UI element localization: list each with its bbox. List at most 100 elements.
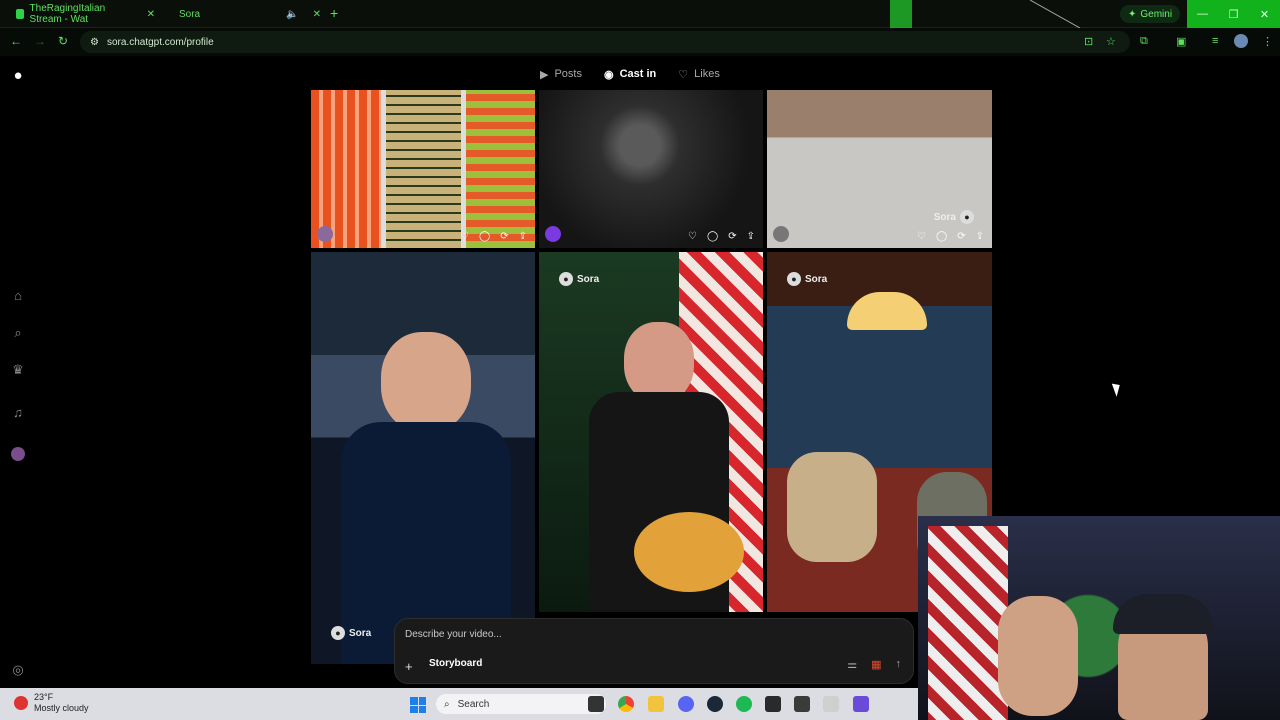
- settings-sliders-icon[interactable]: ⚌: [847, 658, 857, 671]
- video-tile-dark-machine[interactable]: ♡ ◯ ⟳ ⇪: [539, 90, 763, 248]
- reload-icon[interactable]: ↻: [58, 34, 68, 48]
- close-window-icon[interactable]: ✕: [1249, 0, 1280, 28]
- sora-ghost-icon: ●: [960, 210, 974, 224]
- like-icon[interactable]: ♡: [688, 231, 697, 242]
- sora-watermark: Sora ●: [934, 210, 974, 224]
- tab-stream[interactable]: TheRagingItalian Stream - Wat ✕: [8, 3, 163, 25]
- url-bar[interactable]: ⚙ sora.chatgpt.com/profile: [80, 31, 1130, 53]
- webcam-overlay: [918, 516, 1280, 720]
- sora-ghost-icon: ●: [787, 272, 801, 286]
- video-tile-guitarist[interactable]: ● Sora: [539, 252, 763, 612]
- sora-ghost-icon: ●: [331, 626, 345, 640]
- sidebar-panel-icon[interactable]: ▣: [1176, 35, 1186, 48]
- tab-title: TheRagingItalian Stream - Wat: [29, 3, 106, 25]
- tab-cast-in[interactable]: ◉ Cast in: [604, 64, 656, 84]
- url-text: sora.chatgpt.com/profile: [106, 36, 214, 48]
- address-bar-row: ← → ↻ ⚙ sora.chatgpt.com/profile ⊡ ☆ ⧉ ▣…: [0, 28, 1280, 56]
- like-icon[interactable]: ♡: [460, 231, 469, 242]
- grid-app-icon[interactable]: [853, 696, 869, 712]
- browser-tab-strip: TheRagingItalian Stream - Wat ✕ Sora 🔈 ✕…: [0, 0, 1280, 28]
- share-icon[interactable]: ⇪: [747, 231, 755, 242]
- comment-icon[interactable]: ◯: [936, 231, 947, 242]
- video-tile-person-closeup[interactable]: Sora ● ♡ ◯ ⟳ ⇪: [767, 90, 992, 248]
- windows-start-icon[interactable]: [410, 697, 426, 713]
- taskbar-search[interactable]: ⌕ Search: [436, 694, 606, 714]
- extensions-icon[interactable]: ⧉: [1140, 35, 1148, 48]
- bookmark-star-icon[interactable]: ☆: [1106, 35, 1116, 48]
- tab-posts[interactable]: ▶ Posts: [540, 64, 582, 84]
- remix-icon[interactable]: ⟳: [728, 231, 736, 242]
- remix-icon[interactable]: ⟳: [957, 231, 965, 242]
- profile-tabs: ▶ Posts ◉ Cast in ♡ Likes: [540, 64, 720, 84]
- forward-arrow-icon[interactable]: →: [34, 34, 46, 48]
- browser-profile-avatar[interactable]: [1234, 34, 1248, 48]
- gemini-button[interactable]: ✦ Gemini: [1120, 5, 1181, 23]
- menu-icon[interactable]: ≡: [1212, 35, 1218, 47]
- folder-icon[interactable]: [648, 696, 664, 712]
- play-square-icon: ▶: [540, 68, 549, 81]
- app-icon[interactable]: [794, 696, 810, 712]
- guitar-body: [634, 512, 744, 592]
- video-actions: ♡ ◯ ⟳ ⇪: [688, 231, 755, 242]
- close-icon[interactable]: ✕: [313, 9, 321, 20]
- add-icon[interactable]: +: [405, 659, 419, 674]
- spotify-icon[interactable]: [736, 696, 752, 712]
- storyboard-button[interactable]: Storyboard: [429, 658, 482, 669]
- sora-ghost-icon: ●: [559, 272, 573, 286]
- prompt-composer[interactable]: Describe your video... + Storyboard ⚌ ▦ …: [394, 618, 914, 684]
- prompt-tools: ⚌ ▦ ↑: [847, 658, 901, 671]
- like-icon[interactable]: ♡: [917, 231, 926, 242]
- video-tile-starship-officer[interactable]: [311, 252, 535, 664]
- send-arrow-icon[interactable]: ↑: [896, 658, 902, 671]
- tab-title: Sora: [179, 8, 201, 20]
- minimize-icon[interactable]: —: [1187, 0, 1218, 28]
- remix-icon[interactable]: ⟳: [500, 231, 508, 242]
- comment-icon[interactable]: ◯: [479, 231, 490, 242]
- new-tab-button[interactable]: +: [330, 5, 338, 21]
- site-info-icon[interactable]: ⚙: [90, 37, 99, 48]
- sora-logo-icon[interactable]: ●: [9, 66, 27, 84]
- theme-decoration: [890, 0, 1081, 28]
- steam-icon[interactable]: [707, 696, 723, 712]
- install-app-icon[interactable]: ⊡: [1084, 35, 1093, 48]
- sparkle-icon: ✦: [1128, 8, 1137, 20]
- weather-widget[interactable]: 23°F Mostly cloudy: [14, 692, 89, 714]
- creator-avatar[interactable]: [545, 226, 561, 242]
- share-icon[interactable]: ⇪: [976, 231, 984, 242]
- restore-icon[interactable]: ❐: [1218, 0, 1249, 28]
- cap: [1113, 594, 1213, 634]
- more-vert-icon[interactable]: ⋮: [1262, 35, 1273, 48]
- epic-games-icon[interactable]: [765, 696, 781, 712]
- discord-icon[interactable]: [678, 696, 694, 712]
- guitarist-face: [624, 322, 694, 402]
- video-actions: ♡ ◯ ⟳ ⇪: [917, 231, 984, 242]
- share-icon[interactable]: ⇪: [519, 231, 527, 242]
- sora-watermark: ● Sora: [331, 626, 371, 640]
- window-controls: — ❐ ✕: [1187, 0, 1280, 28]
- comment-icon[interactable]: ◯: [707, 231, 718, 242]
- video-tile-sushi[interactable]: ♡ ◯ ⟳ ⇪: [311, 90, 535, 248]
- back-arrow-icon[interactable]: ←: [10, 34, 22, 48]
- bell-icon[interactable]: ♫: [9, 403, 27, 421]
- file-explorer-icon[interactable]: [588, 696, 604, 712]
- sora-watermark: ● Sora: [787, 272, 827, 286]
- prompt-input[interactable]: Describe your video...: [405, 629, 502, 640]
- tab-likes[interactable]: ♡ Likes: [678, 64, 720, 84]
- search-icon[interactable]: ⌕: [9, 324, 27, 342]
- creator-avatar[interactable]: [317, 226, 333, 242]
- close-icon[interactable]: ✕: [147, 9, 155, 20]
- gift-icon[interactable]: ▦: [871, 658, 881, 671]
- audio-icon[interactable]: 🔈: [286, 9, 298, 20]
- app-icon-2[interactable]: [823, 696, 839, 712]
- settings-icon[interactable]: ◎: [9, 661, 27, 679]
- chrome-icon[interactable]: [618, 696, 634, 712]
- trophy-icon[interactable]: ♛: [9, 361, 27, 379]
- avatar[interactable]: [9, 445, 27, 463]
- page-scrollbar[interactable]: [1271, 60, 1277, 510]
- webcam-person-left: [998, 596, 1078, 716]
- home-icon[interactable]: ⌂: [9, 286, 27, 304]
- sora-sidebar: ● ⌂ ⌕ ♛ ♫ ◎: [0, 56, 36, 688]
- tab-sora[interactable]: Sora 🔈 ✕: [165, 4, 325, 24]
- creator-avatar[interactable]: [773, 226, 789, 242]
- sora-watermark: ● Sora: [559, 272, 599, 286]
